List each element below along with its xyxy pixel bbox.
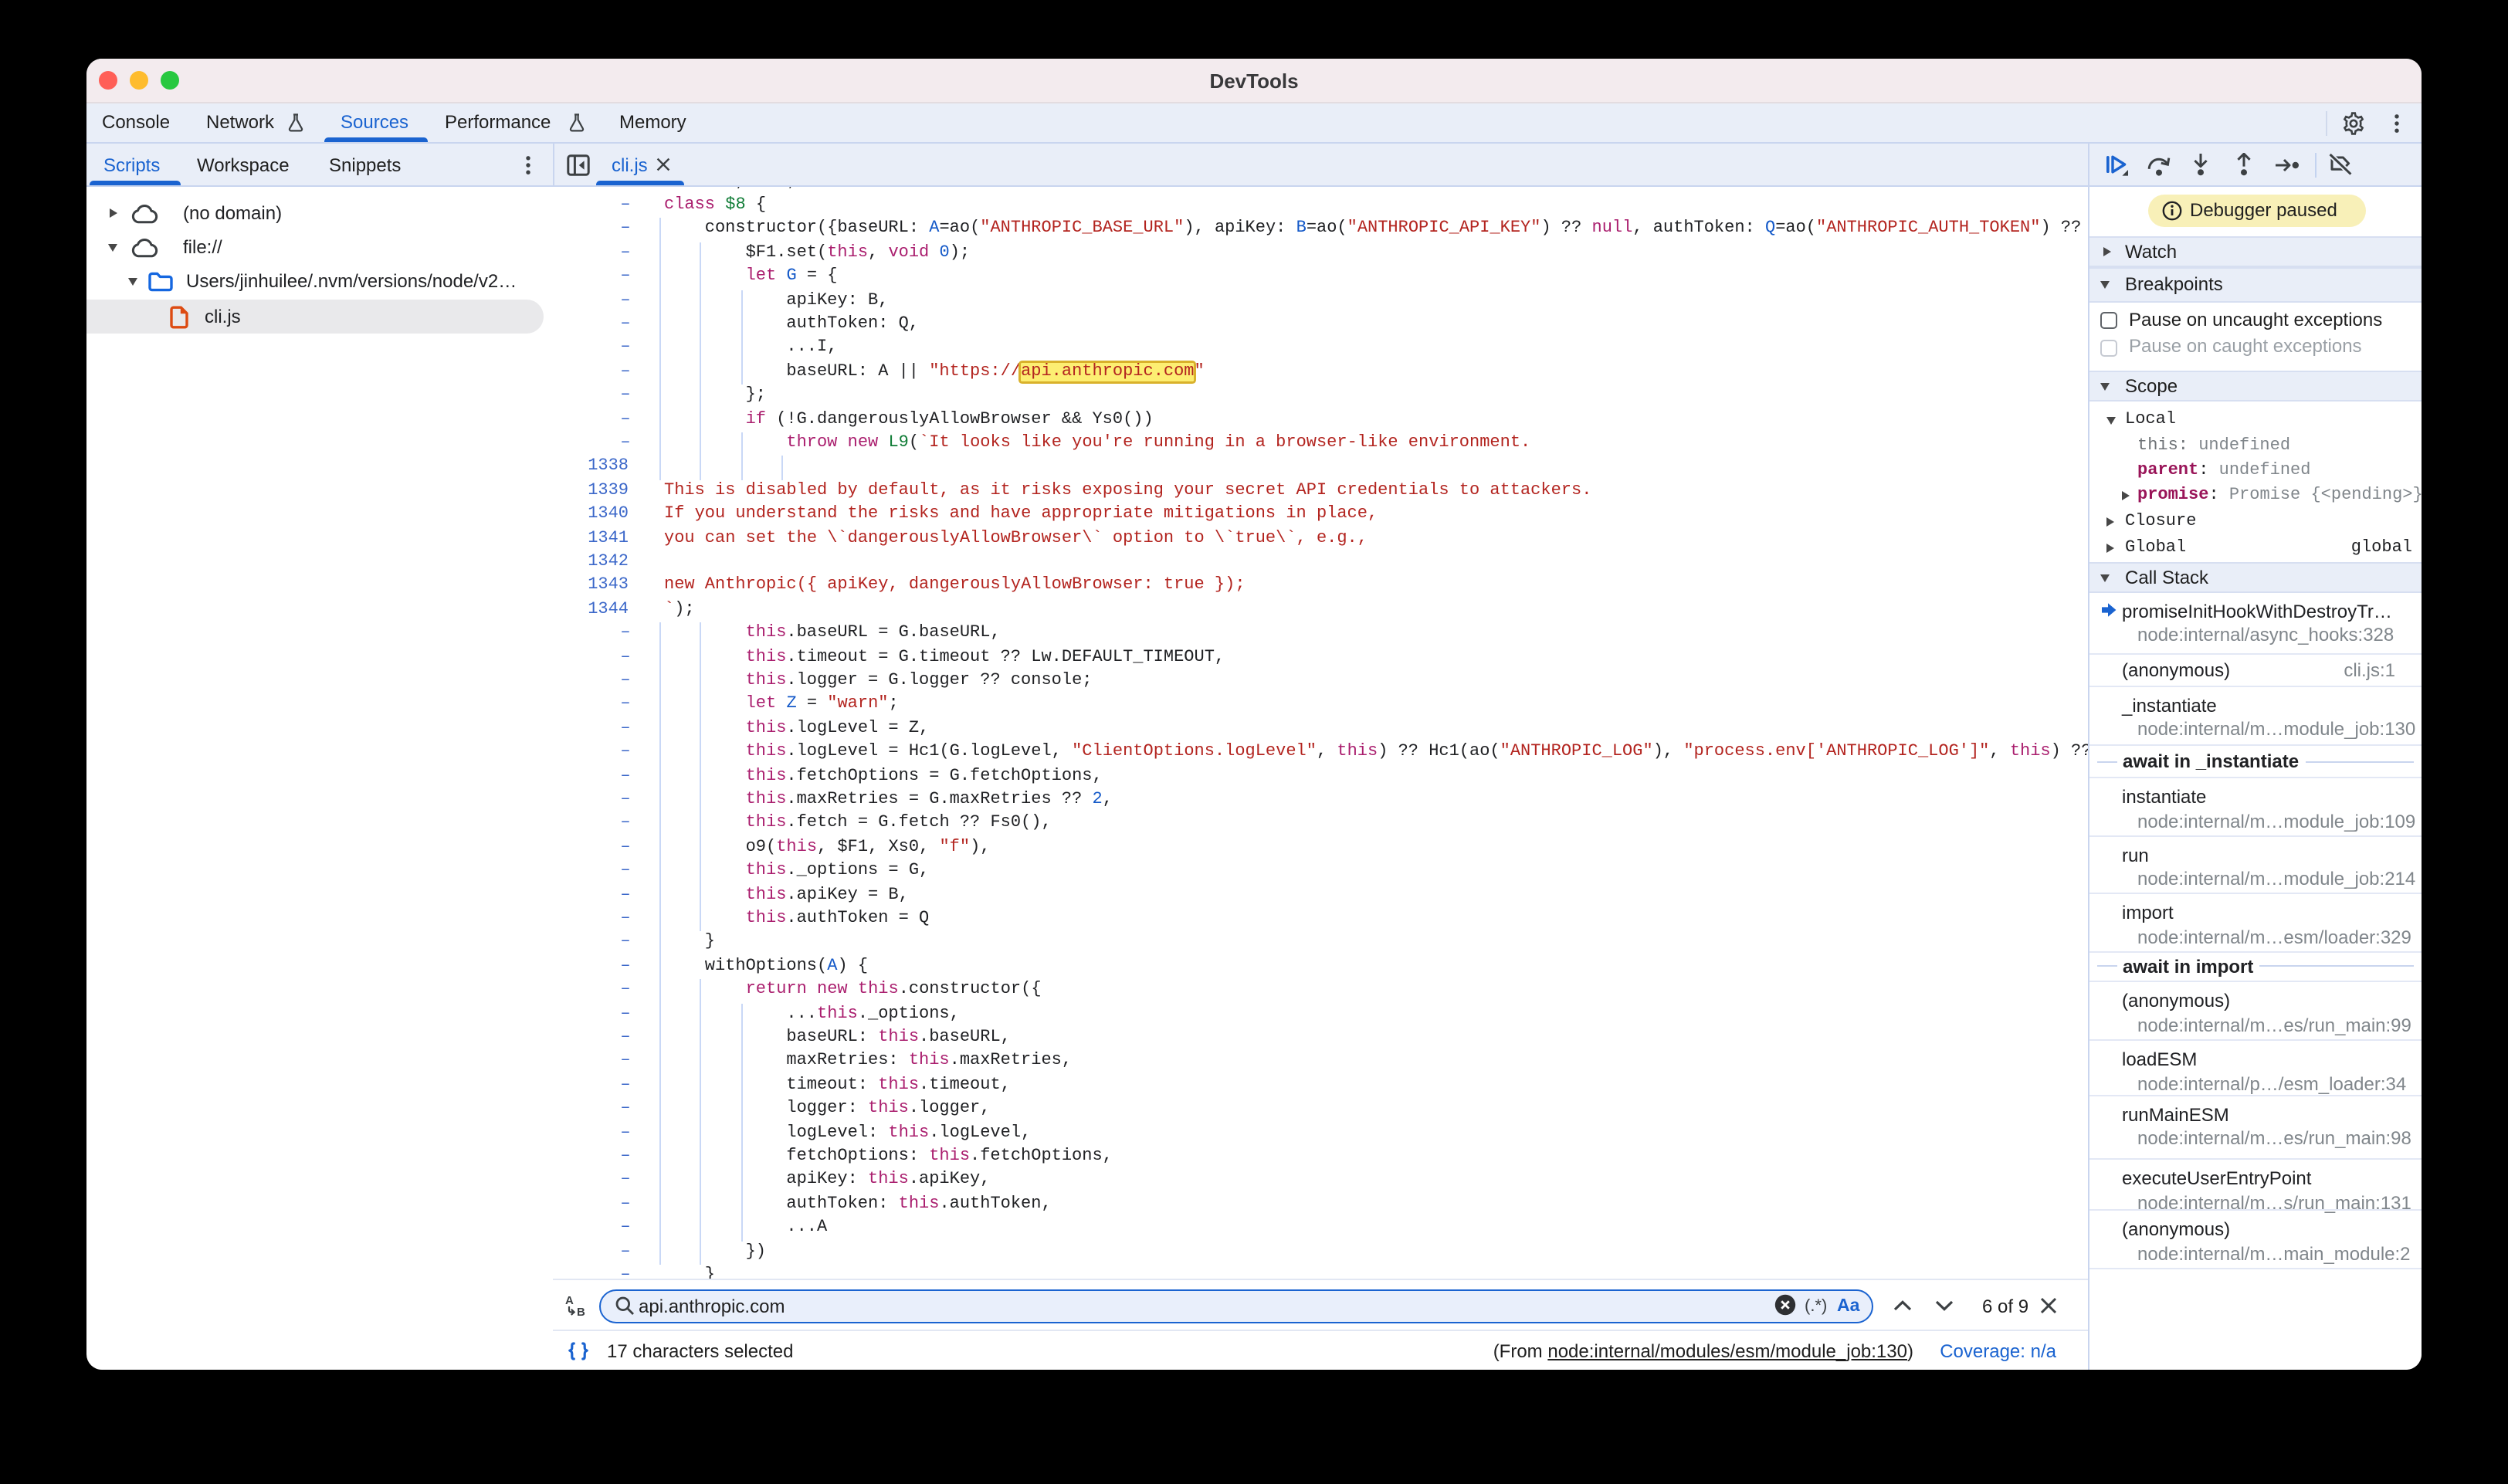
svg-text:B: B (576, 1305, 585, 1318)
svg-text:A: A (564, 1293, 573, 1306)
